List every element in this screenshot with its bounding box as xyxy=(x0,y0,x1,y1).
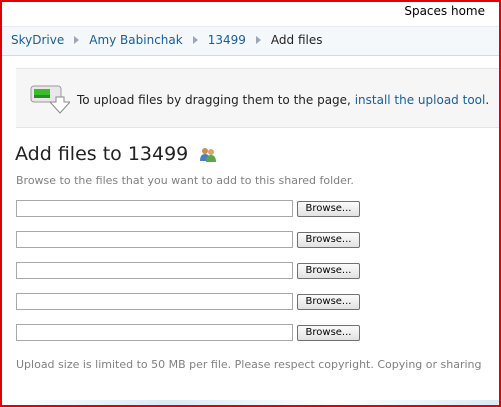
upload-tool-banner: To upload files by dragging them to the … xyxy=(16,68,499,128)
page-title-row: Add files to 13499 xyxy=(15,143,217,165)
chevron-right-icon xyxy=(192,36,198,44)
breadcrumb-bar: SkyDrive Amy Babinchak 13499 Add files xyxy=(2,26,499,56)
browse-button-3[interactable]: Browse... xyxy=(297,263,360,279)
breadcrumb-current: Add files xyxy=(270,33,323,47)
top-bar: Spaces home xyxy=(2,2,499,24)
browse-button-5[interactable]: Browse... xyxy=(297,325,360,341)
browse-button-2[interactable]: Browse... xyxy=(297,232,360,248)
chevron-right-icon xyxy=(74,36,80,44)
browse-button-4[interactable]: Browse... xyxy=(297,294,360,310)
file-path-input-1[interactable] xyxy=(16,200,293,217)
breadcrumb-13499[interactable]: 13499 xyxy=(208,33,246,47)
page-description: Browse to the files that you want to add… xyxy=(16,174,354,187)
breadcrumb-skydrive[interactable]: SkyDrive xyxy=(11,33,64,47)
banner-text: To upload files by dragging them to the … xyxy=(77,93,355,107)
install-upload-tool-link[interactable]: install the upload tool xyxy=(355,93,486,107)
upload-tool-icon xyxy=(30,85,70,114)
file-path-input-2[interactable] xyxy=(16,231,293,248)
banner-message: To upload files by dragging them to the … xyxy=(77,93,489,107)
shared-folder-icon xyxy=(200,148,217,162)
upload-limit-note: Upload size is limited to 50 MB per file… xyxy=(16,358,482,371)
page-title: Add files to 13499 xyxy=(15,143,189,165)
file-path-input-4[interactable] xyxy=(16,293,293,310)
breadcrumb: SkyDrive Amy Babinchak 13499 Add files xyxy=(11,33,322,47)
browse-button-1[interactable]: Browse... xyxy=(297,201,360,217)
banner-suffix: . xyxy=(485,93,490,107)
file-path-input-5[interactable] xyxy=(16,324,293,341)
spaces-home-link[interactable]: Spaces home xyxy=(404,4,485,18)
file-path-input-3[interactable] xyxy=(16,262,293,279)
page-frame: Spaces home SkyDrive Amy Babinchak 13499 Ad… xyxy=(0,0,501,407)
bottom-decoration xyxy=(2,400,499,405)
chevron-right-icon xyxy=(255,36,261,44)
breadcrumb-amy-babinchak[interactable]: Amy Babinchak xyxy=(89,33,182,47)
